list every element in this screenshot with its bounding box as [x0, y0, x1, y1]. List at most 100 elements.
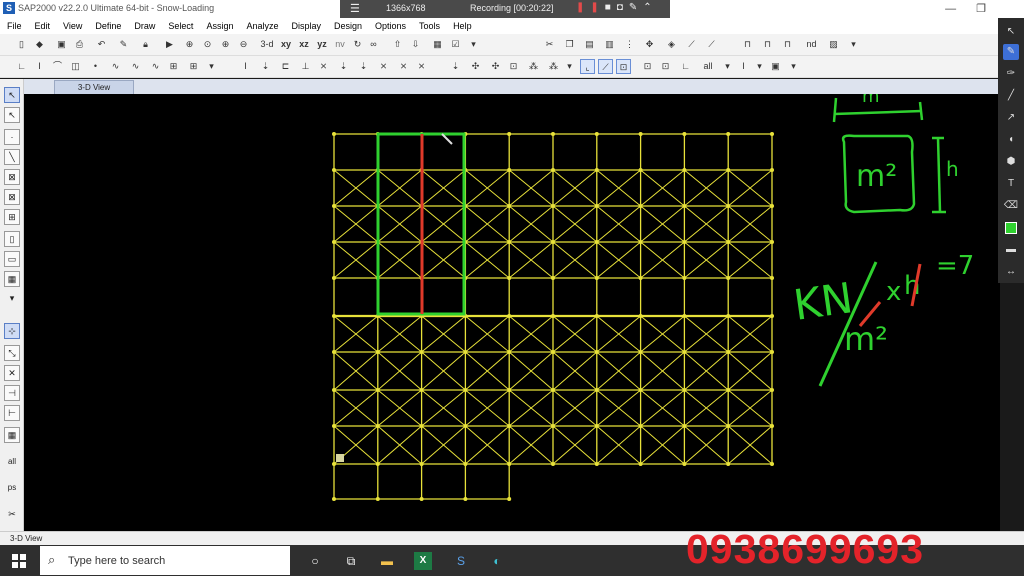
joint-point[interactable] [419, 497, 424, 501]
group-icon[interactable]: ⊡ [658, 59, 673, 74]
clear-selection-icon[interactable]: ✕ [4, 365, 20, 381]
collapse-icon[interactable]: ↔ [1003, 264, 1019, 280]
frame-icon[interactable]: ⊓ [740, 37, 755, 52]
joint-point[interactable] [332, 132, 336, 136]
color-swatch-green[interactable] [1005, 222, 1017, 234]
area-icon[interactable]: ▨ [826, 37, 841, 52]
chevron-down-icon[interactable]: ▾ [752, 59, 767, 74]
intersect-line-icon[interactable]: ⊣ [4, 385, 20, 401]
menu-view[interactable]: View [56, 18, 88, 31]
extrude-icon[interactable]: ⟋ [704, 37, 719, 52]
cortana-icon[interactable]: ○ [306, 552, 324, 570]
joint-point[interactable] [594, 388, 599, 392]
move-down-icon[interactable]: ⇩ [408, 37, 423, 52]
joint-point[interactable] [463, 462, 468, 466]
cable-icon[interactable]: ⌒ [50, 59, 65, 74]
joint-point[interactable] [682, 350, 687, 354]
model-drawing[interactable]: m m² h KN m² x h =7 [24, 86, 1000, 531]
joint-point[interactable] [551, 168, 555, 172]
joint-point[interactable] [551, 204, 555, 208]
chevron-down-icon[interactable]: ▾ [846, 37, 861, 52]
joint-point[interactable] [594, 276, 599, 280]
joint-point[interactable] [332, 497, 336, 501]
joint-point[interactable] [594, 132, 599, 136]
menu-assign[interactable]: Assign [199, 18, 239, 31]
joint-point[interactable] [638, 462, 643, 466]
open-file-icon[interactable]: ◆ [32, 37, 47, 52]
load-case-icon[interactable]: ⊞ [186, 59, 201, 74]
show-virtual-icon[interactable]: ⁂ [546, 59, 561, 74]
joint-point[interactable] [332, 424, 336, 428]
select-line-icon[interactable]: ⊢ [4, 405, 20, 421]
joint-point[interactable] [375, 424, 380, 428]
joint-point[interactable] [594, 350, 599, 354]
joint-point[interactable] [463, 350, 468, 354]
rotate-view-icon[interactable]: ↻ [350, 37, 365, 52]
joint-point[interactable] [638, 168, 643, 172]
joint-point[interactable] [638, 388, 643, 392]
move-up-icon[interactable]: ⇧ [390, 37, 405, 52]
menu-options[interactable]: Options [368, 18, 412, 31]
chevron-down-icon[interactable]: ▾ [786, 59, 801, 74]
assign-frame-icon[interactable]: I [238, 59, 253, 74]
joint-point[interactable] [726, 388, 731, 392]
view-nv-button[interactable]: nv [332, 37, 348, 52]
joint-point[interactable] [507, 462, 512, 466]
zoom-window-icon[interactable]: ⊕ [182, 37, 197, 52]
lock-icon[interactable]: 🔒︎ [138, 37, 153, 52]
edit-pencil-icon[interactable]: ✎ [116, 37, 131, 52]
joint-point[interactable] [594, 424, 599, 428]
file-explorer-icon[interactable]: ▬ [378, 552, 396, 570]
frame-load-icon[interactable]: ⇣ [336, 59, 351, 74]
snap-grid-icon[interactable]: ▦ [4, 427, 20, 443]
beam-icon[interactable]: ⊓ [780, 37, 795, 52]
draw-tool-icon[interactable]: ✂ [542, 37, 557, 52]
joint-point[interactable] [726, 240, 731, 244]
joint-point[interactable] [419, 388, 424, 392]
joint-point[interactable] [332, 240, 336, 244]
joint-point[interactable] [726, 350, 731, 354]
joint-point[interactable] [507, 424, 512, 428]
section-cut-icon[interactable]: I [736, 59, 751, 74]
point-icon[interactable]: • [88, 59, 103, 74]
section-icon[interactable]: I [32, 59, 47, 74]
joint-point[interactable] [551, 240, 555, 244]
draw-area-icon[interactable]: ▯ [4, 231, 20, 247]
joint-point[interactable] [332, 168, 336, 172]
joint-point[interactable] [332, 276, 336, 280]
draw-frame-icon[interactable]: ╲ [4, 149, 20, 165]
zoom-in-icon[interactable]: ⊕ [218, 37, 233, 52]
marker-icon[interactable]: ✑ [1003, 66, 1019, 82]
menu-edit[interactable]: Edit [28, 18, 57, 31]
joint-point[interactable] [507, 276, 512, 280]
joint-point[interactable] [332, 388, 336, 392]
joint-point[interactable] [770, 240, 774, 244]
joint-point[interactable] [463, 388, 468, 392]
tendon-icon[interactable]: ◫ [68, 59, 83, 74]
new-file-icon[interactable]: ▯ [14, 37, 29, 52]
view-3d-button[interactable]: 3-d [258, 37, 276, 52]
excel-icon[interactable]: X [414, 552, 432, 570]
draw-link-icon[interactable]: ⊞ [4, 209, 20, 225]
menu-display[interactable]: Display [284, 18, 327, 31]
menu-analyze[interactable]: Analyze [239, 18, 284, 31]
joint-point[interactable] [682, 168, 687, 172]
snap-line-icon[interactable]: ⟋ [598, 59, 613, 74]
joint-point[interactable] [726, 424, 731, 428]
draw-rect-area-icon[interactable]: ▭ [4, 251, 20, 267]
joint-point[interactable] [682, 424, 687, 428]
spectrum-icon[interactable]: ∿ [128, 59, 143, 74]
zoom-select-icon[interactable]: ⊡ [640, 59, 655, 74]
snap-icon[interactable]: ⌞ [580, 59, 595, 74]
pointer-icon[interactable]: ↖ [1003, 24, 1019, 40]
reshape-icon[interactable]: ↖ [4, 107, 20, 123]
joint-point[interactable] [332, 204, 336, 208]
menu-select[interactable]: Select [161, 18, 199, 31]
joint-point[interactable] [726, 132, 731, 136]
joint-point[interactable] [594, 314, 599, 318]
joint-point[interactable] [375, 497, 380, 501]
taskbar-search-box[interactable]: ⌕ Type here to search [40, 546, 290, 575]
show-reactions-icon[interactable]: ⊡ [506, 59, 521, 74]
joint-point[interactable] [726, 462, 731, 466]
move-icon[interactable]: ✥ [642, 37, 657, 52]
